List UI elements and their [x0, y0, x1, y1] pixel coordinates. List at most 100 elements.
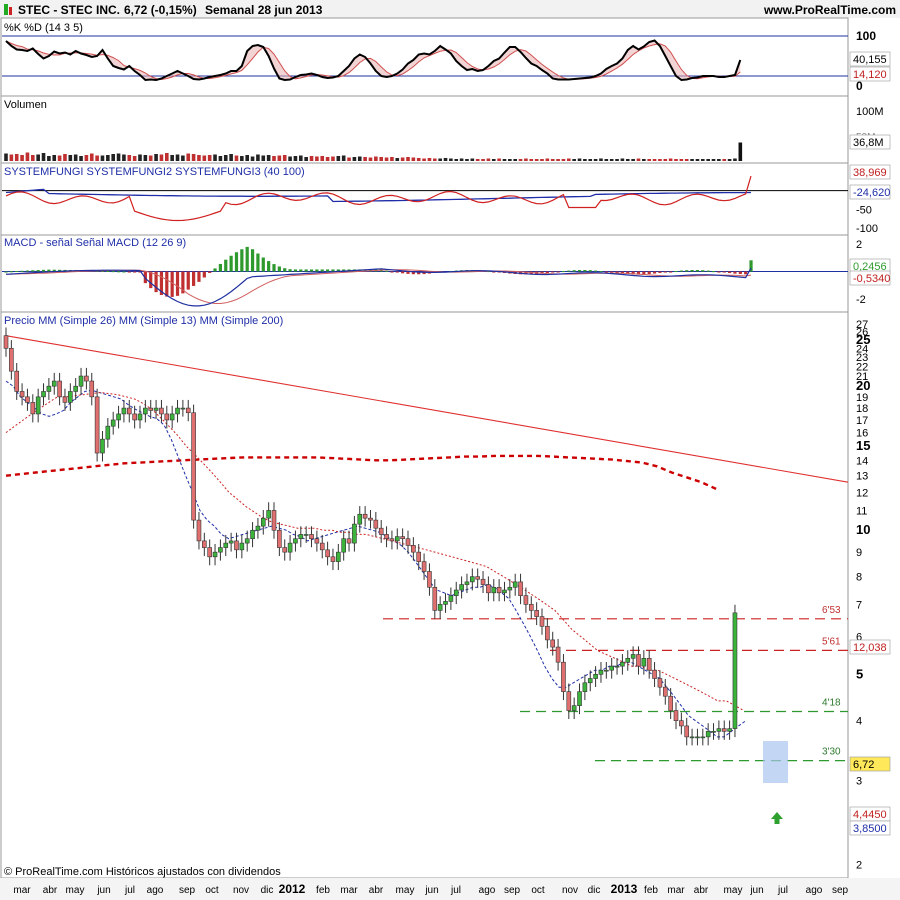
- candle-body: [319, 542, 325, 551]
- candle-body: [732, 612, 738, 729]
- candle-body: [539, 616, 545, 627]
- macd-histogram-bar: [583, 270, 587, 272]
- candle-body: [679, 720, 684, 727]
- header-down-icon: [9, 7, 12, 15]
- macd-histogram-bar: [197, 271, 201, 282]
- macd-histogram-bar: [25, 270, 30, 272]
- candle-body: [105, 425, 111, 440]
- candle-body: [496, 586, 502, 594]
- highlight-box: [763, 741, 788, 783]
- volume-bar: [68, 155, 73, 161]
- candle-body: [228, 540, 234, 544]
- volume-bar: [4, 153, 8, 161]
- candle-body: [143, 407, 148, 415]
- volume-bar: [341, 155, 346, 161]
- candle-body: [453, 589, 459, 596]
- volume-bar: [245, 155, 249, 161]
- macd-histogram-bar: [610, 271, 614, 273]
- volume-bar: [652, 159, 657, 161]
- volume-bar: [175, 154, 180, 161]
- volume-bar: [223, 155, 228, 161]
- candle-body: [196, 519, 202, 542]
- macd-histogram-bar: [111, 271, 115, 273]
- level-label: 6'53: [822, 605, 841, 616]
- macd-histogram-bar: [106, 270, 110, 272]
- price-y-tick: 18: [856, 403, 868, 415]
- site-link[interactable]: www.ProRealTime.com: [764, 3, 896, 17]
- macd-histogram-bar: [604, 271, 608, 273]
- fungi-badge-2: 38,969: [853, 167, 887, 179]
- level-label: 4'18: [822, 698, 841, 709]
- volume-bar: [57, 155, 62, 161]
- candle-body: [121, 407, 127, 415]
- candle-body: [491, 586, 497, 594]
- last-price-badge: 6,72: [853, 759, 874, 771]
- macd-histogram-bar: [706, 270, 710, 272]
- macd-histogram-bar: [744, 271, 748, 275]
- macd-histogram-bar: [588, 270, 592, 272]
- candle-body: [512, 581, 518, 588]
- candle-body: [416, 551, 422, 562]
- x-axis-label: feb: [316, 885, 330, 896]
- macd-histogram-bar: [669, 271, 673, 273]
- price-y-tick: 4: [856, 716, 862, 728]
- volume-bar: [41, 153, 46, 161]
- volume-bar: [658, 159, 662, 161]
- volume-bar: [475, 159, 480, 161]
- price-y-tick: 10: [856, 522, 870, 537]
- candle-body: [711, 731, 716, 733]
- candle-body: [202, 540, 207, 548]
- candle-body: [518, 581, 523, 596]
- candle-body: [545, 625, 550, 641]
- volume-bar: [449, 158, 453, 161]
- candle-body: [411, 545, 416, 553]
- volume-bar: [159, 154, 164, 161]
- candle-body: [293, 538, 298, 544]
- candle-body: [185, 407, 191, 414]
- x-axis-label: jun: [96, 885, 110, 896]
- volume-bar: [497, 158, 501, 161]
- volume-bar: [363, 157, 367, 161]
- candle-body: [368, 517, 373, 521]
- volume-bar: [406, 157, 410, 161]
- candle-body: [695, 736, 700, 739]
- candle-body: [470, 576, 475, 583]
- macd-histogram-bar: [545, 271, 549, 273]
- candle-body: [625, 658, 631, 663]
- volume-bar: [465, 159, 469, 161]
- candle-body: [330, 556, 336, 562]
- candle-body: [303, 534, 309, 536]
- volume-bar: [170, 155, 174, 161]
- volume-bar: [524, 158, 528, 161]
- volume-bar: [663, 159, 668, 161]
- volume-bar: [234, 155, 239, 161]
- volume-bar: [25, 152, 30, 161]
- volume-bar: [513, 159, 517, 161]
- macd-histogram-bar: [250, 249, 255, 272]
- candle-body: [346, 538, 352, 544]
- candle-body: [94, 396, 100, 454]
- candle-body: [266, 510, 271, 519]
- chart-canvas[interactable]: 100500100M50M500-50-10020-26'535'614'183…: [0, 0, 900, 900]
- volume-bar: [181, 155, 185, 161]
- candle-body: [89, 380, 95, 398]
- ticker-name: STEC - STEC INC.: [18, 3, 121, 17]
- candle-body: [394, 536, 400, 542]
- x-axis-label: abr: [694, 885, 709, 896]
- volume-bar: [481, 159, 485, 161]
- volume-bar: [250, 156, 255, 161]
- volume-bar: [384, 157, 389, 161]
- volume-bar: [534, 159, 539, 161]
- candle-body: [110, 419, 116, 427]
- candle-body: [341, 538, 346, 553]
- candle-body: [100, 438, 105, 454]
- macd-histogram-bar: [4, 271, 8, 273]
- volume-bar: [191, 154, 196, 161]
- macd-histogram-bar: [738, 271, 742, 275]
- candle-body: [507, 586, 513, 591]
- macd-histogram-bar: [395, 271, 399, 273]
- volume-bar: [599, 158, 603, 161]
- macd-histogram-bar: [384, 270, 389, 272]
- candle-body: [287, 542, 293, 553]
- macd-histogram-bar: [658, 271, 662, 273]
